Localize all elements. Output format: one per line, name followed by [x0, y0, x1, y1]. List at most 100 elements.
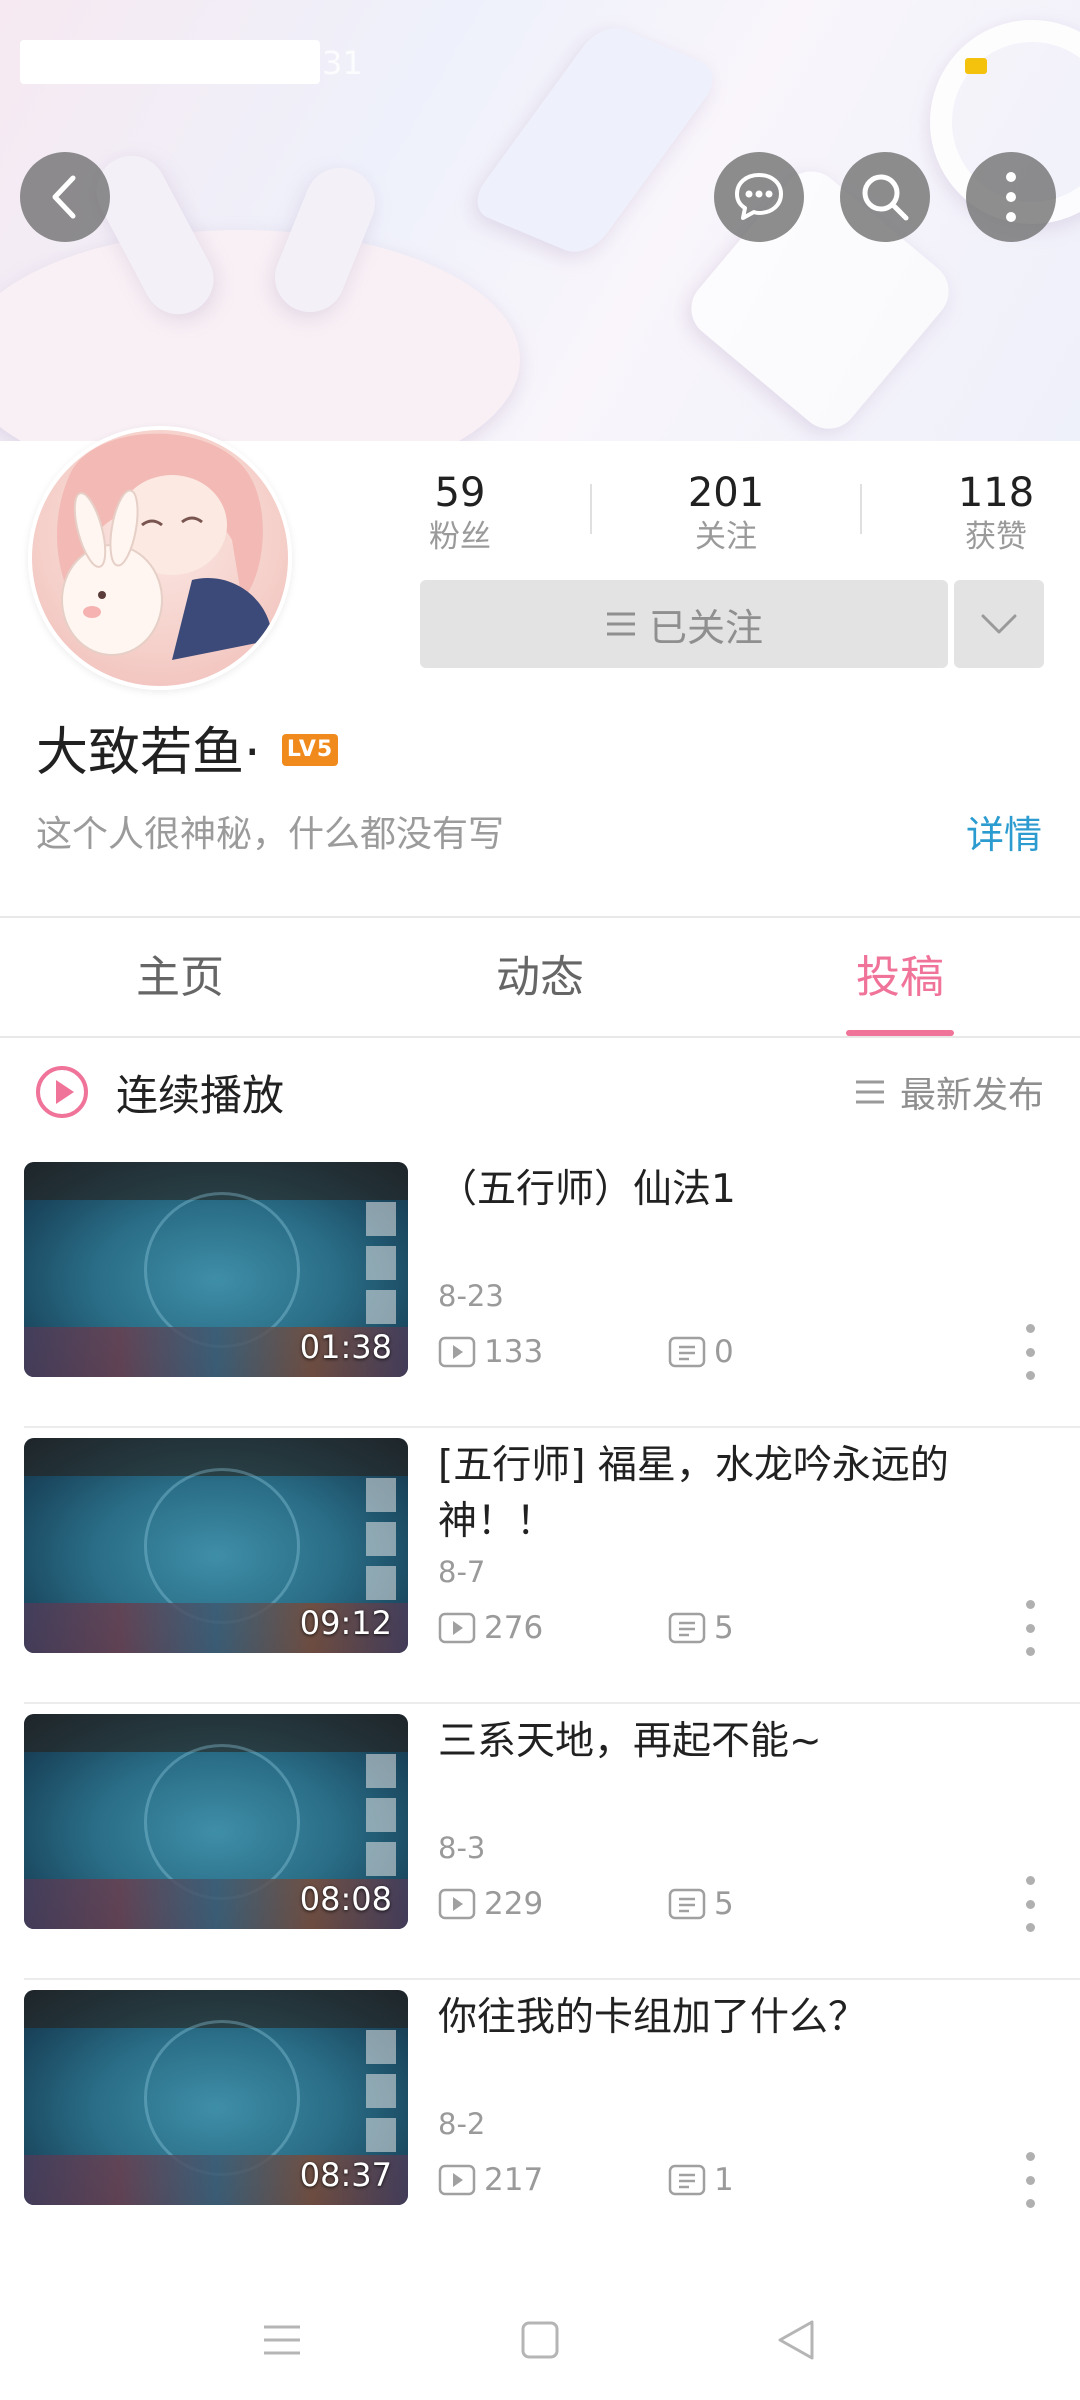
status-bar: 31 [0, 40, 1080, 90]
play-count-value: 133 [484, 1334, 544, 1370]
video-thumbnail[interactable]: 08:08 [24, 1714, 408, 1929]
avatar-illustration [57, 433, 272, 660]
video-item[interactable]: 08:08 三系天地，再起不能~ 8-3 229 5 [0, 1704, 1080, 1980]
video-list: 01:38 （五行师）仙法1 8-23 133 0 09:12 [五行师] 福星… [0, 1152, 1080, 2256]
system-nav-bar [0, 2280, 1080, 2400]
comment-icon [668, 1336, 706, 1368]
video-title[interactable]: （五行师）仙法1 [438, 1162, 998, 1218]
video-title[interactable]: 三系天地，再起不能~ [438, 1714, 998, 1770]
stat-likes[interactable]: 118 获赞 [906, 468, 1080, 556]
stat-label: 获赞 [965, 519, 1027, 555]
status-bar-redacted [20, 40, 320, 84]
tab-uploads[interactable]: 投稿 [780, 946, 1020, 1010]
comment-count-value: 5 [714, 1610, 734, 1646]
stat-value: 59 [434, 470, 486, 516]
thumb-cards [366, 1202, 396, 1332]
video-title[interactable]: 你往我的卡组加了什么？ [438, 1990, 998, 2046]
video-title[interactable]: [五行师] 福星，水龙吟永远的神！！ [438, 1438, 998, 1550]
username: 大致若鱼· [36, 723, 261, 783]
stat-label: 粉丝 [429, 519, 491, 555]
video-item[interactable]: 08:37 你往我的卡组加了什么？ 8-2 217 1 [0, 1980, 1080, 2256]
more-vertical-icon[interactable] [1020, 2152, 1040, 2208]
followed-button-label: 已关注 [648, 605, 763, 650]
more-vertical-icon[interactable] [1020, 1324, 1040, 1380]
video-duration: 01:38 [299, 1328, 392, 1366]
more-vertical-icon[interactable] [1020, 1600, 1040, 1656]
comment-icon [668, 2164, 706, 2196]
video-date: 8-23 [438, 1279, 504, 1313]
play-count-icon [438, 1336, 476, 1368]
video-thumbnail[interactable]: 09:12 [24, 1438, 408, 1653]
video-thumbnail[interactable]: 01:38 [24, 1162, 408, 1377]
thumb-cards [366, 2030, 396, 2160]
menu-lines-icon [606, 612, 635, 636]
play-circle-icon [36, 1066, 88, 1118]
more-vertical-icon[interactable] [1020, 1876, 1040, 1932]
level-badge: LV5 [282, 734, 338, 766]
play-count: 229 [438, 1884, 543, 1924]
tab-dynamics[interactable]: 动态 [420, 946, 660, 1010]
thumb-scene [144, 1468, 300, 1624]
stat-following[interactable]: 201 关注 [636, 468, 816, 556]
home-square-icon[interactable] [510, 2310, 570, 2370]
status-time: 31 [322, 44, 363, 82]
tabs-divider [0, 1036, 1080, 1038]
stat-fans[interactable]: 59 粉丝 [370, 468, 550, 556]
stat-value: 118 [957, 470, 1035, 516]
comment-count-value: 5 [714, 1886, 734, 1922]
video-thumbnail[interactable]: 08:37 [24, 1990, 408, 2205]
chevron-down-icon [981, 614, 1017, 634]
video-duration: 08:08 [299, 1880, 392, 1918]
back-arrow-icon [52, 175, 76, 219]
play-count: 133 [438, 1332, 543, 1372]
video-duration: 08:37 [299, 2156, 392, 2194]
search-button[interactable] [840, 152, 930, 242]
more-vertical-icon [1006, 172, 1016, 222]
list-lines-icon [855, 1080, 884, 1104]
chat-bubble-icon [735, 173, 783, 220]
followed-button[interactable]: 已关注 [420, 580, 948, 668]
tab-home[interactable]: 主页 [60, 946, 300, 1010]
more-options-button[interactable] [966, 152, 1056, 242]
thumb-cards [366, 1478, 396, 1608]
autoplay-label: 连续播放 [116, 1070, 285, 1120]
search-icon [862, 174, 909, 221]
video-item[interactable]: 01:38 （五行师）仙法1 8-23 133 0 [0, 1152, 1080, 1428]
play-count-value: 276 [484, 1610, 544, 1646]
stat-value: 201 [687, 470, 765, 516]
details-link[interactable]: 详情 [966, 808, 1042, 862]
sort-label: 最新发布 [899, 1075, 1044, 1116]
avatar[interactable] [28, 426, 292, 690]
play-count-value: 229 [484, 1886, 544, 1922]
sort-selector[interactable]: 最新发布 [854, 1062, 1044, 1122]
thumb-scene [144, 1744, 300, 1900]
play-count-value: 217 [484, 2162, 544, 2198]
play-count: 276 [438, 1608, 543, 1648]
comment-icon [668, 1888, 706, 1920]
profile-banner: 31 [0, 0, 1080, 441]
stat-divider [860, 484, 862, 534]
user-bio: 这个人很神秘，什么都没有写 [36, 814, 505, 855]
menu-icon[interactable] [252, 2310, 312, 2370]
comment-count-value: 1 [714, 2162, 734, 2198]
back-button[interactable] [20, 152, 110, 242]
thumb-scene [144, 2020, 300, 2176]
comment-count: 1 [668, 2160, 734, 2200]
thumb-scene [144, 1192, 300, 1348]
play-count-icon [438, 1888, 476, 1920]
comment-count: 5 [668, 1884, 734, 1924]
back-triangle-icon[interactable] [766, 2310, 826, 2370]
follow-dropdown-button[interactable] [954, 580, 1044, 668]
autoplay-toggle[interactable]: 连续播放 [34, 1062, 284, 1122]
video-item[interactable]: 09:12 [五行师] 福星，水龙吟永远的神！！ 8-7 276 5 [0, 1428, 1080, 1704]
comment-icon [668, 1612, 706, 1644]
banner-decoration [0, 230, 520, 441]
play-count-icon [438, 1612, 476, 1644]
message-button[interactable] [714, 152, 804, 242]
play-count: 217 [438, 2160, 543, 2200]
comment-count: 5 [668, 1608, 734, 1648]
video-date: 8-2 [438, 2107, 486, 2141]
stat-label: 关注 [695, 519, 757, 555]
video-date: 8-3 [438, 1831, 486, 1865]
comment-count-value: 0 [714, 1334, 734, 1370]
